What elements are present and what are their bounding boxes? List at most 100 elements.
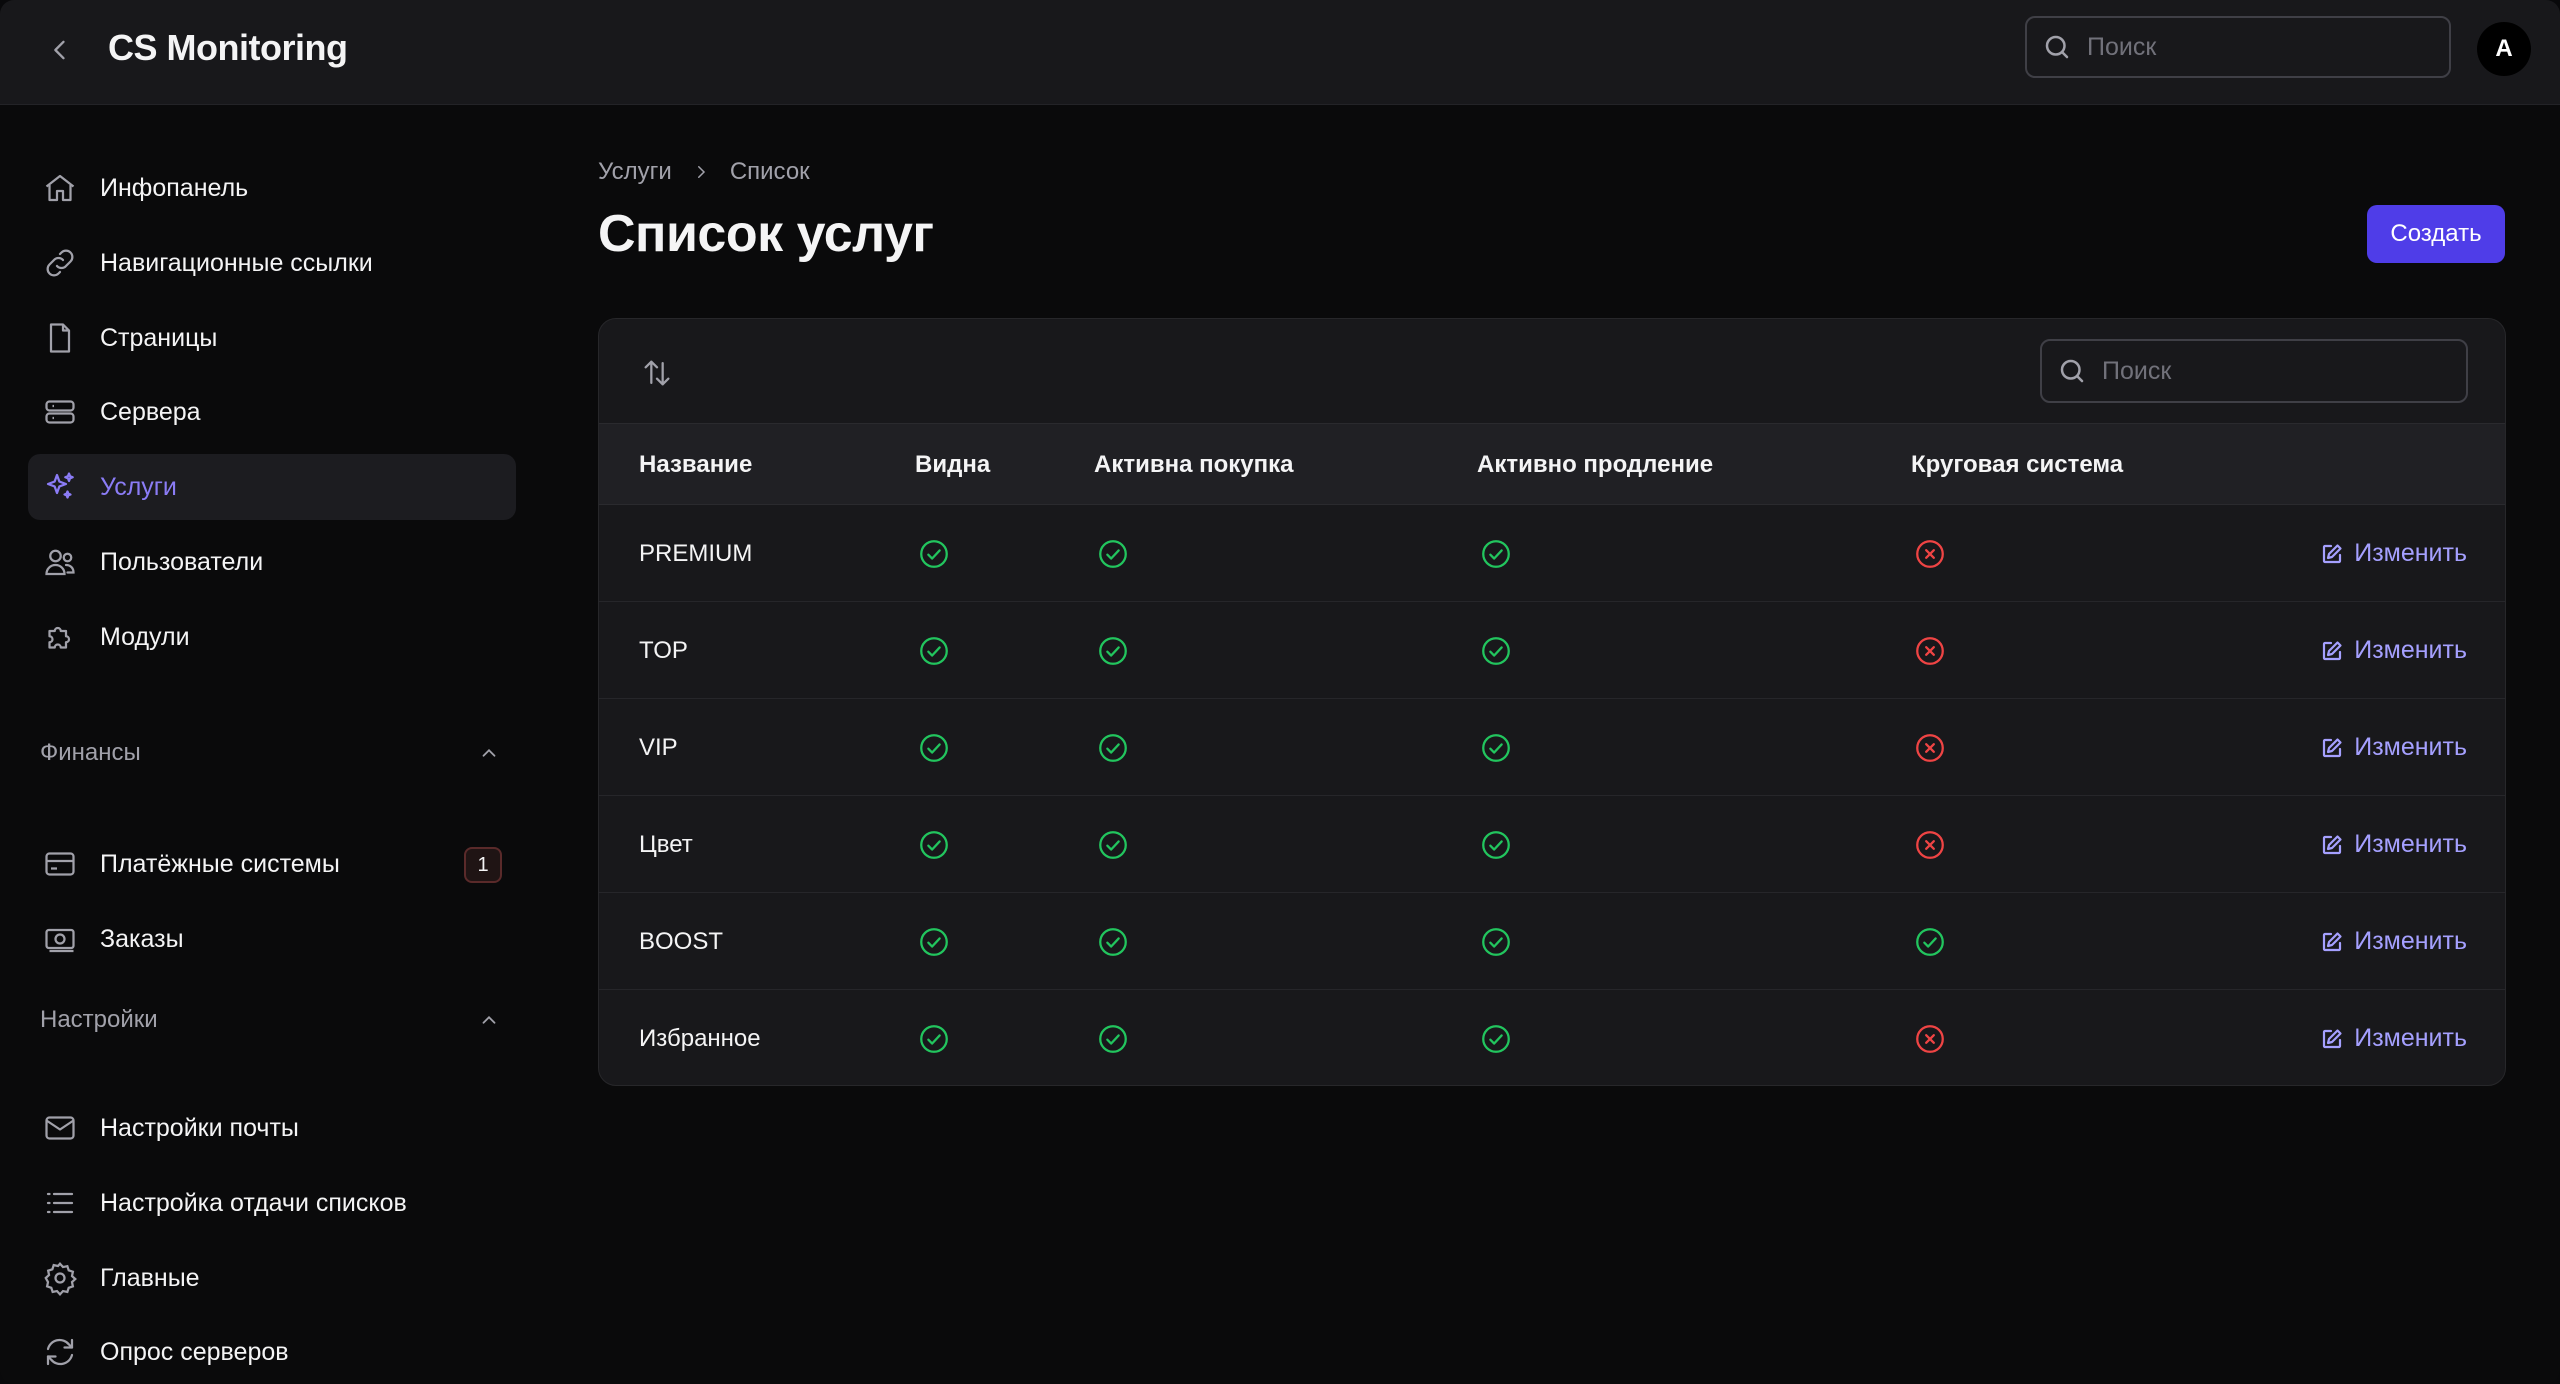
section-finance-toggle[interactable]: Финансы bbox=[40, 733, 500, 773]
sidebar-item-services[interactable]: Услуги bbox=[28, 454, 516, 520]
edit-label: Изменить bbox=[2354, 636, 2467, 664]
chevron-up-icon bbox=[482, 1015, 496, 1024]
edit-button[interactable]: Изменить bbox=[2320, 893, 2467, 990]
table-header: Название Видна Активна покупка Активно п… bbox=[599, 423, 2505, 506]
sidebar-item-server-polling[interactable]: Опрос серверов bbox=[28, 1319, 516, 1384]
edit-button[interactable]: Изменить bbox=[2320, 796, 2467, 893]
sidebar-item-nav-links[interactable]: Навигационные ссылки bbox=[28, 230, 516, 296]
chevron-up-icon bbox=[482, 748, 496, 757]
check-circle-icon bbox=[917, 602, 951, 699]
table-row: Цвет Изменить bbox=[599, 796, 2505, 893]
sort-button[interactable] bbox=[635, 351, 679, 395]
check-circle-icon bbox=[1096, 990, 1130, 1085]
sidebar-item-general[interactable]: Главные bbox=[28, 1245, 516, 1311]
sort-arrows-icon bbox=[644, 360, 670, 386]
home-icon bbox=[38, 166, 82, 210]
sidebar-item-label: Модули bbox=[100, 622, 190, 651]
check-circle-icon bbox=[1096, 893, 1130, 990]
column-header-purchase[interactable]: Активна покупка bbox=[1094, 424, 1294, 506]
check-circle-icon bbox=[1096, 602, 1130, 699]
edit-button[interactable]: Изменить bbox=[2320, 602, 2467, 699]
table-search-input[interactable] bbox=[2102, 356, 2466, 386]
column-header-round[interactable]: Круговая система bbox=[1911, 424, 2123, 506]
sidebar-item-pages[interactable]: Страницы bbox=[28, 305, 516, 371]
create-button[interactable]: Создать bbox=[2367, 205, 2505, 263]
sidebar-item-users[interactable]: Пользователи bbox=[28, 529, 516, 595]
edit-icon bbox=[2320, 639, 2344, 663]
edit-icon bbox=[2320, 736, 2344, 760]
x-circle-icon bbox=[1913, 796, 1947, 893]
service-name: Избранное bbox=[639, 1024, 761, 1052]
check-circle-icon bbox=[1913, 893, 1947, 990]
cash-icon bbox=[38, 917, 82, 961]
search-icon bbox=[2042, 356, 2102, 386]
app-window: CS Monitoring A Инфопанель Навигационные… bbox=[0, 0, 2560, 1384]
sidebar: Инфопанель Навигационные ссылки Страницы… bbox=[0, 105, 540, 1384]
global-search-input[interactable] bbox=[2087, 32, 2449, 62]
sidebar-item-list-output[interactable]: Настройка отдачи списков bbox=[28, 1170, 516, 1236]
check-circle-icon bbox=[1096, 505, 1130, 602]
sidebar-item-label: Сервера bbox=[100, 397, 201, 426]
sidebar-item-label: Опрос серверов bbox=[100, 1337, 289, 1366]
table-search[interactable] bbox=[2040, 339, 2468, 403]
sidebar-item-label: Настройки почты bbox=[100, 1113, 299, 1142]
refresh-icon bbox=[38, 1330, 82, 1374]
services-table-card: Название Видна Активна покупка Активно п… bbox=[598, 318, 2506, 1086]
edit-icon bbox=[2320, 930, 2344, 954]
global-search[interactable] bbox=[2025, 16, 2451, 78]
app-title: CS Monitoring bbox=[108, 27, 348, 68]
section-settings-toggle[interactable]: Настройки bbox=[40, 1000, 500, 1040]
check-circle-icon bbox=[1096, 699, 1130, 796]
edit-button[interactable]: Изменить bbox=[2320, 990, 2467, 1085]
check-circle-icon bbox=[1479, 796, 1513, 893]
service-name: PREMIUM bbox=[639, 539, 753, 567]
list-icon bbox=[38, 1181, 82, 1225]
credit-card-icon bbox=[38, 842, 82, 886]
sidebar-item-label: Страницы bbox=[100, 323, 218, 352]
sidebar-item-label: Платёжные системы bbox=[100, 849, 340, 878]
sidebar-item-modules[interactable]: Модули bbox=[28, 604, 516, 670]
breadcrumb-parent[interactable]: Услуги bbox=[598, 158, 672, 186]
edit-icon bbox=[2320, 542, 2344, 566]
breadcrumb: Услуги Список bbox=[598, 158, 810, 186]
chevron-left-icon bbox=[54, 40, 65, 60]
x-circle-icon bbox=[1913, 990, 1947, 1085]
sidebar-item-orders[interactable]: Заказы bbox=[28, 906, 516, 972]
gear-icon bbox=[38, 1256, 82, 1300]
envelope-icon bbox=[38, 1106, 82, 1150]
table-row: VIP Изменить bbox=[599, 699, 2505, 796]
sidebar-item-label: Навигационные ссылки bbox=[100, 248, 373, 277]
edit-button[interactable]: Изменить bbox=[2320, 505, 2467, 602]
top-bar: CS Monitoring A bbox=[0, 0, 2560, 105]
column-header-visible[interactable]: Видна bbox=[915, 424, 990, 506]
service-name: BOOST bbox=[639, 927, 724, 955]
sidebar-item-dashboard[interactable]: Инфопанель bbox=[28, 155, 516, 221]
service-name: VIP bbox=[639, 733, 678, 761]
column-header-renewal[interactable]: Активно продление bbox=[1477, 424, 1713, 506]
users-icon bbox=[38, 540, 82, 584]
sidebar-item-label: Заказы bbox=[100, 924, 184, 953]
check-circle-icon bbox=[1479, 990, 1513, 1085]
check-circle-icon bbox=[917, 893, 951, 990]
check-circle-icon bbox=[917, 990, 951, 1085]
sidebar-item-payment-systems[interactable]: Платёжные системы 1 bbox=[28, 831, 516, 897]
search-icon bbox=[2027, 32, 2087, 62]
check-circle-icon bbox=[917, 699, 951, 796]
sidebar-item-label: Услуги bbox=[100, 472, 177, 501]
sidebar-item-mail-settings[interactable]: Настройки почты bbox=[28, 1095, 516, 1161]
edit-button[interactable]: Изменить bbox=[2320, 699, 2467, 796]
x-circle-icon bbox=[1913, 505, 1947, 602]
sidebar-item-servers[interactable]: Сервера bbox=[28, 379, 516, 445]
document-icon bbox=[38, 316, 82, 360]
check-circle-icon bbox=[1479, 505, 1513, 602]
breadcrumb-current: Список bbox=[729, 158, 810, 185]
sparkles-icon bbox=[38, 465, 82, 509]
edit-label: Изменить bbox=[2354, 539, 2467, 567]
check-circle-icon bbox=[1479, 699, 1513, 796]
avatar[interactable]: A bbox=[2477, 22, 2531, 76]
table-row: BOOST Изменить bbox=[599, 893, 2505, 990]
table-row: Избранное Изменить bbox=[599, 990, 2505, 1085]
column-header-name[interactable]: Название bbox=[639, 424, 752, 506]
back-button[interactable] bbox=[38, 28, 82, 72]
sidebar-item-label: Настройка отдачи списков bbox=[100, 1188, 407, 1217]
